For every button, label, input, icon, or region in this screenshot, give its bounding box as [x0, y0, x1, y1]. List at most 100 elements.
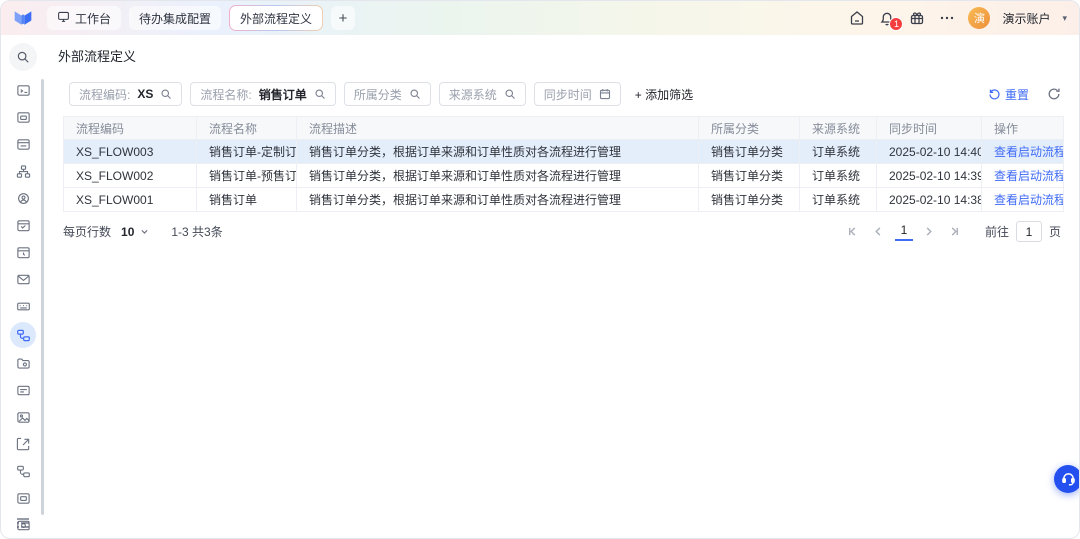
cell-sync-time: 2025-02-10 14:39:50 — [877, 164, 982, 188]
range-text: 1-3 共3条 — [171, 223, 222, 240]
filter-process-code[interactable]: 流程编码: XS — [69, 82, 182, 106]
reset-button[interactable]: 重置 — [988, 86, 1029, 103]
sidebar-item-folder-icon[interactable] — [9, 350, 37, 377]
sidebar-item-flow-nodes-icon[interactable] — [9, 458, 37, 485]
chevron-down-icon[interactable]: ▾ — [1062, 13, 1067, 24]
first-page-button[interactable] — [843, 222, 863, 242]
cell-process-code: XS_FLOW002 — [64, 164, 197, 188]
sidebar-item-workflow-icon[interactable] — [10, 322, 36, 348]
collapse-menu-icon[interactable] — [1, 516, 45, 530]
sidebar-item-hierarchy-icon[interactable] — [9, 158, 37, 185]
sidebar-item-service-gear-icon[interactable] — [9, 185, 37, 212]
cell-process-code: XS_FLOW003 — [64, 140, 197, 164]
filter-process-name[interactable]: 流程名称:销售订单 — [190, 82, 335, 106]
sidebar-item-calendar-clock-icon[interactable] — [9, 239, 37, 266]
view-start-process-link[interactable]: 查看启动流程 — [994, 169, 1064, 183]
view-start-process-link[interactable]: 查看启动流程 — [994, 193, 1064, 207]
sidebar — [1, 35, 45, 538]
new-tab-button[interactable]: + — [331, 6, 355, 30]
cell-sync-time: 2025-02-10 14:38:46 — [877, 188, 982, 212]
chevron-down-icon — [140, 227, 149, 236]
filter-label: 流程编码: — [79, 86, 130, 103]
filter-value: XS — [137, 87, 153, 101]
tab-external-process-definition[interactable]: 外部流程定义 — [230, 6, 322, 30]
filter-sync-time[interactable]: 同步时间 — [534, 82, 621, 106]
filter-label: 所属分类 — [354, 86, 402, 103]
col-header-sync-time: 同步时间 — [877, 117, 982, 140]
col-header-actions: 操作 — [982, 117, 1064, 140]
cell-process-name: 销售订单 — [197, 188, 297, 212]
user-avatar[interactable]: 演 — [968, 7, 990, 29]
tab-external-process-wrap: 外部流程定义 — [229, 5, 323, 31]
calendar-icon — [599, 88, 611, 100]
tab-label: 工作台 — [75, 10, 111, 27]
view-start-process-link[interactable]: 查看启动流程 — [994, 145, 1064, 159]
col-header-process-desc: 流程描述 — [297, 117, 699, 140]
search-icon — [504, 88, 516, 100]
pagination-bar: 每页行数 10 1-3 共3条 1 — [63, 221, 1061, 242]
home-icon[interactable] — [848, 9, 866, 27]
add-filter-button[interactable]: + 添加筛选 — [635, 86, 693, 103]
tab-workspace[interactable]: 工作台 — [47, 6, 121, 30]
reset-icon — [988, 88, 1001, 101]
current-page[interactable]: 1 — [895, 222, 913, 241]
page-unit-label: 页 — [1049, 223, 1061, 240]
col-header-category: 所属分类 — [699, 117, 800, 140]
cell-sync-time: 2025-02-10 14:40:10 — [877, 140, 982, 164]
filter-source-system[interactable]: 来源系统 — [439, 82, 526, 106]
search-icon — [160, 88, 172, 100]
cell-category: 销售订单分类 — [699, 188, 800, 212]
main-content: 外部流程定义 流程编码:XS 流程名称:销售订单 所属分类 来源系统 同步时间 — [45, 35, 1079, 538]
table-header-row: 流程编码 流程名称 流程描述 所属分类 来源系统 同步时间 操作 — [64, 117, 1064, 140]
app-window: 工作台 待办集成配置 外部流程定义 + 1 演 — [0, 0, 1080, 539]
table-row[interactable]: XS_FLOW001 销售订单 销售订单分类，根据订单来源和订单性质对各流程进行… — [64, 188, 1064, 212]
sidebar-item-terminal-app-icon[interactable] — [9, 77, 37, 104]
next-page-button[interactable] — [919, 222, 939, 242]
sidebar-item-mail-icon[interactable] — [9, 266, 37, 293]
goto-page-label: 前往 — [985, 223, 1009, 240]
cell-process-code: XS_FLOW001 — [64, 188, 197, 212]
filter-category[interactable]: 所属分类 — [344, 82, 431, 106]
chat-support-button[interactable] — [1054, 465, 1080, 493]
cell-process-desc: 销售订单分类，根据订单来源和订单性质对各流程进行管理 — [297, 164, 699, 188]
previous-page-button[interactable] — [869, 222, 889, 242]
sidebar-item-window-app-icon[interactable] — [9, 104, 37, 131]
cell-process-desc: 销售订单分类，根据订单来源和订单性质对各流程进行管理 — [297, 140, 699, 164]
cell-source-system: 订单系统 — [800, 140, 877, 164]
sidebar-item-monitor-app-icon[interactable] — [9, 485, 37, 512]
table-row[interactable]: XS_FLOW003 销售订单-定制订单 销售订单分类，根据订单来源和订单性质对… — [64, 140, 1064, 164]
cell-process-name: 销售订单-定制订单 — [197, 140, 297, 164]
table-row[interactable]: XS_FLOW002 销售订单-预售订单 销售订单分类，根据订单来源和订单性质对… — [64, 164, 1064, 188]
cell-process-desc: 销售订单分类，根据订单来源和订单性质对各流程进行管理 — [297, 188, 699, 212]
col-header-process-code: 流程编码 — [64, 117, 197, 140]
user-account-name[interactable]: 演示账户 — [1002, 10, 1050, 27]
sidebar-item-export-icon[interactable] — [9, 431, 37, 458]
gift-icon[interactable] — [908, 9, 926, 27]
filter-label: 流程名称: — [200, 86, 251, 103]
notification-badge: 1 — [889, 17, 903, 31]
rows-per-page-select[interactable]: 10 — [121, 225, 149, 239]
last-page-button[interactable] — [945, 222, 965, 242]
sidebar-scrollbar[interactable] — [41, 79, 44, 515]
topbar: 工作台 待办集成配置 外部流程定义 + 1 演 — [1, 1, 1079, 35]
filter-label: 来源系统 — [449, 86, 497, 103]
cell-category: 销售订单分类 — [699, 164, 800, 188]
tab-label: 待办集成配置 — [139, 10, 211, 27]
page-title: 外部流程定义 — [45, 35, 1079, 65]
sidebar-item-calendar-check-icon[interactable] — [9, 212, 37, 239]
refresh-icon[interactable] — [1047, 87, 1061, 101]
sidebar-item-keyboard-icon[interactable] — [9, 293, 37, 320]
sidebar-item-id-card-icon[interactable] — [9, 377, 37, 404]
sidebar-item-browser-app-icon[interactable] — [9, 131, 37, 158]
workspace-icon — [57, 10, 70, 26]
goto-page-input[interactable] — [1016, 221, 1042, 242]
search-icon[interactable] — [9, 43, 37, 71]
cell-process-name: 销售订单-预售订单 — [197, 164, 297, 188]
filter-toolbar: 流程编码: XS 流程名称:销售订单 所属分类 来源系统 同步时间 + 添加筛选 — [69, 82, 1061, 106]
more-ellipsis-icon[interactable] — [938, 9, 956, 27]
app-logo-icon — [13, 8, 33, 28]
notification-bell-icon[interactable]: 1 — [878, 9, 896, 27]
sidebar-item-image-icon[interactable] — [9, 404, 37, 431]
tab-todo-integration-config[interactable]: 待办集成配置 — [129, 6, 221, 30]
cell-source-system: 订单系统 — [800, 188, 877, 212]
